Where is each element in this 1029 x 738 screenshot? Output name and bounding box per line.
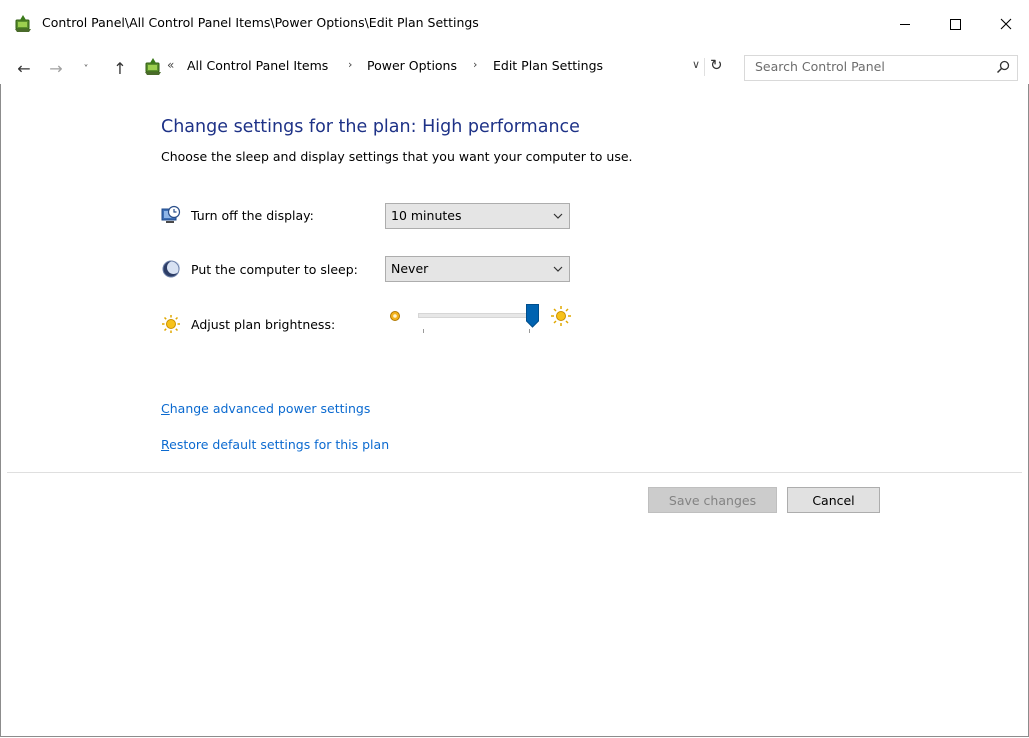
turn-off-display-value: 10 minutes (391, 208, 462, 223)
breadcrumb-power-options[interactable]: Power Options (367, 58, 457, 73)
link-text-rest: hange advanced power settings (169, 401, 371, 416)
brightness-low-icon (390, 311, 400, 321)
power-options-icon (145, 58, 161, 75)
link-text-rest: estore default settings for this plan (169, 437, 390, 452)
search-box[interactable]: Search Control Panel (744, 55, 1018, 81)
maximize-icon (949, 18, 961, 30)
breadcrumb-edit-plan-settings[interactable]: Edit Plan Settings (493, 58, 603, 73)
power-options-icon (15, 15, 31, 32)
breadcrumb-overflow-button[interactable]: « (167, 58, 174, 72)
access-key-underline: R (161, 437, 170, 452)
footer-divider (7, 472, 1022, 473)
breadcrumb-separator[interactable]: › (348, 58, 352, 71)
refresh-button[interactable]: ↻ (710, 56, 723, 74)
cancel-button[interactable]: Cancel (787, 487, 880, 513)
minimize-icon (900, 23, 910, 25)
back-button[interactable]: ← (14, 59, 34, 78)
page-description: Choose the sleep and display settings th… (161, 149, 633, 164)
chevron-down-icon (553, 266, 563, 272)
display-timer-icon (161, 205, 181, 223)
breadcrumb-separator[interactable]: › (473, 58, 477, 71)
up-button[interactable]: ↑ (110, 59, 130, 78)
sleep-value: Never (391, 261, 429, 276)
brightness-slider-thumb[interactable] (526, 304, 539, 328)
chevron-down-icon (553, 213, 563, 219)
sleep-label: Put the computer to sleep: (191, 262, 358, 277)
access-key-underline: C (161, 401, 170, 416)
brightness-high-icon (551, 306, 571, 326)
recent-locations-button[interactable]: ˅ (76, 60, 96, 78)
forward-button[interactable]: → (46, 59, 66, 78)
address-divider (704, 58, 705, 76)
window-border (0, 0, 1029, 737)
title-bar: Control Panel\All Control Panel Items\Po… (0, 0, 1029, 50)
save-changes-button[interactable]: Save changes (648, 487, 777, 513)
navigation-bar: ← → ˅ ↑ « All Control Panel Items › Powe… (0, 50, 1029, 84)
turn-off-display-label: Turn off the display: (191, 208, 314, 223)
search-input[interactable]: Search Control Panel (755, 59, 885, 74)
brightness-slider-track[interactable] (418, 313, 538, 318)
slider-tick (423, 329, 424, 333)
search-icon[interactable] (996, 60, 1010, 74)
brightness-sun-icon (162, 315, 180, 333)
address-bar[interactable]: « All Control Panel Items › Power Option… (140, 55, 733, 79)
brightness-label: Adjust plan brightness: (191, 317, 336, 332)
close-icon (1000, 18, 1012, 30)
sleep-select[interactable]: Never (385, 256, 570, 282)
turn-off-display-select[interactable]: 10 minutes (385, 203, 570, 229)
address-dropdown-button[interactable]: ∨ (692, 58, 700, 71)
page-title: Change settings for the plan: High perfo… (161, 117, 580, 137)
breadcrumb-all-control-panel-items[interactable]: All Control Panel Items (187, 58, 328, 73)
restore-default-settings-link[interactable]: Restore default settings for this plan (161, 437, 389, 452)
moon-sleep-icon (162, 260, 180, 278)
maximize-button[interactable] (932, 0, 978, 48)
minimize-button[interactable] (882, 0, 928, 48)
window-title: Control Panel\All Control Panel Items\Po… (42, 15, 479, 30)
close-button[interactable] (983, 0, 1029, 48)
change-advanced-power-settings-link[interactable]: Change advanced power settings (161, 401, 370, 416)
slider-tick (529, 329, 530, 333)
